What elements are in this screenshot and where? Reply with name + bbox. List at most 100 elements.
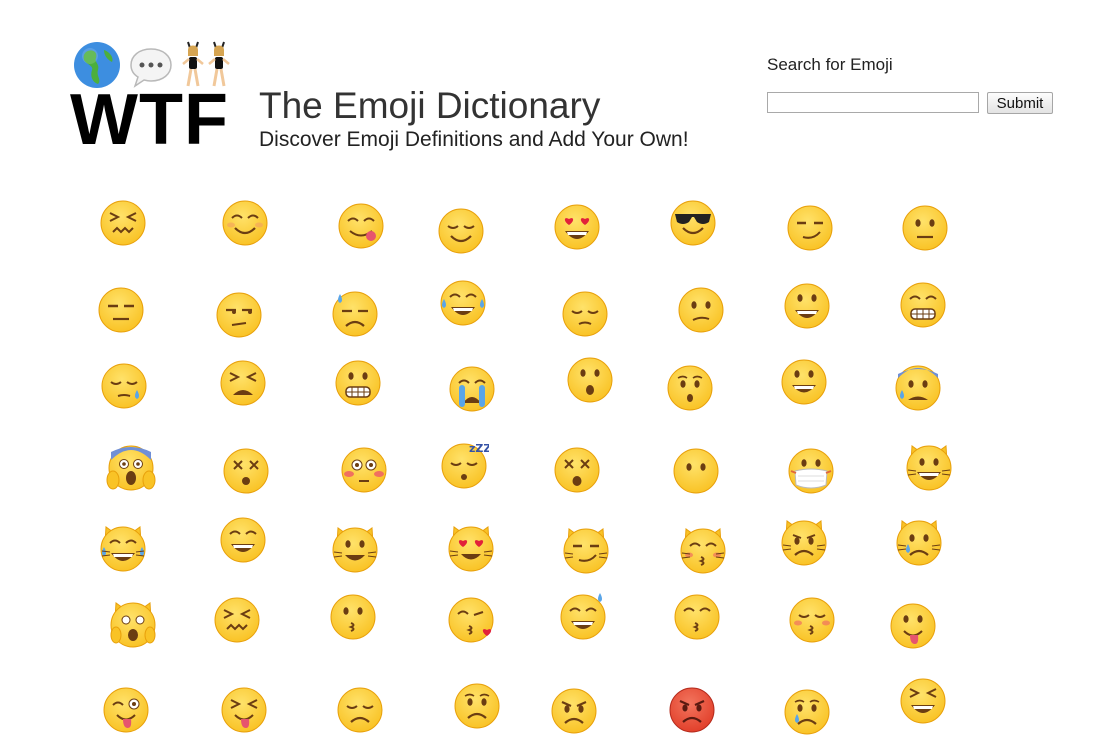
emoji-grinning-cat[interactable] — [904, 442, 954, 492]
emoji-squinting-tongue-face[interactable] — [219, 684, 269, 734]
emoji-crying-face[interactable] — [782, 686, 832, 736]
neutral-face-icon — [902, 205, 948, 251]
relieved-face-icon — [438, 208, 484, 254]
laughing-face-icon — [900, 678, 946, 724]
crying-face-icon — [784, 689, 830, 735]
emoji-dizzy-face[interactable] — [221, 445, 271, 495]
emoji-anxious-sweat-face[interactable] — [893, 362, 943, 412]
emoji-crying-cat[interactable] — [894, 517, 944, 567]
emoji-tongue-face[interactable] — [888, 600, 938, 650]
emoji-smiley-face[interactable] — [779, 356, 829, 406]
heart-eyes-cat-icon — [448, 526, 494, 572]
no-mouth-face-icon — [673, 448, 719, 494]
dizzy-face-icon — [223, 448, 269, 494]
grimacing-face-2-icon — [335, 360, 381, 406]
emoji-face-savoring-food[interactable] — [336, 200, 386, 250]
emoji-grimacing-face[interactable] — [898, 279, 948, 329]
emoji-screaming-face[interactable] — [106, 442, 156, 492]
joy-cat-icon — [100, 526, 146, 572]
expressionless-face-icon — [98, 287, 144, 333]
emoji-tired-face[interactable] — [218, 357, 268, 407]
kissing-closed-eyes-face-icon — [789, 597, 835, 643]
emoji-kissing-heart-face[interactable] — [446, 594, 496, 644]
pouting-face-icon — [669, 687, 715, 733]
loudly-crying-face-icon — [449, 366, 495, 412]
emoji-relieved-face[interactable] — [436, 205, 486, 255]
emoji-medical-mask-face[interactable] — [786, 445, 836, 495]
tongue-face-icon — [890, 603, 936, 649]
astonished-dizzy-face-icon — [554, 447, 600, 493]
smirking-face-icon — [787, 205, 833, 251]
emoji-confounded-face-2[interactable] — [212, 594, 262, 644]
squinting-tongue-face-icon — [221, 687, 267, 733]
hushed-face-2-icon — [667, 365, 713, 411]
kissing-heart-face-icon — [448, 597, 494, 643]
emoji-worried-face[interactable] — [452, 680, 502, 730]
emoji-kissing-cat[interactable] — [678, 525, 728, 575]
emoji-tears-of-joy-face[interactable] — [438, 277, 488, 327]
emoji-joy-cat[interactable] — [98, 523, 148, 573]
emoji-dictionary-page: WTF The Emoji Dictionary Discover Emoji … — [0, 0, 1106, 747]
confounded-face-2-icon — [214, 597, 260, 643]
tired-face-icon — [220, 360, 266, 406]
emoji-smiley-cat[interactable] — [330, 524, 380, 574]
emoji-expressionless-face[interactable] — [96, 284, 146, 334]
emoji-loudly-crying-face[interactable] — [447, 363, 497, 413]
svg-text:zZZ: zZZ — [469, 442, 489, 455]
emoji-sleeping-face[interactable]: zZZ — [439, 440, 489, 490]
emoji-heart-eyes-cat[interactable] — [446, 523, 496, 573]
emoji-sunglasses-face[interactable] — [668, 197, 718, 247]
screaming-face-icon — [106, 445, 156, 491]
grinning-cat-icon — [906, 445, 952, 491]
kissing-face-icon — [330, 594, 376, 640]
emoji-kissing-smiling-eyes-face[interactable] — [672, 591, 722, 641]
emoji-downcast-sweat-face[interactable] — [330, 288, 380, 338]
smiling-face-icon — [222, 200, 268, 246]
emoji-smirk-cat[interactable] — [561, 525, 611, 575]
confounded-face-icon — [100, 200, 146, 246]
emoji-sleepy-face[interactable] — [99, 360, 149, 410]
medical-mask-face-icon — [788, 448, 834, 494]
sunglasses-face-icon — [670, 200, 716, 246]
smiley-face-icon — [781, 359, 827, 405]
emoji-angry-face[interactable] — [549, 685, 599, 735]
emoji-neutral-face[interactable] — [900, 202, 950, 252]
confused-face-icon — [678, 287, 724, 333]
emoji-unamused-face[interactable] — [214, 289, 264, 339]
emoji-pouting-cat[interactable] — [779, 517, 829, 567]
smiley-cat-icon — [332, 527, 378, 573]
grimacing-face-icon — [900, 282, 946, 328]
sleepy-face-icon — [101, 363, 147, 409]
heart-eyes-face-icon — [554, 204, 600, 250]
kissing-smiling-eyes-face-icon — [674, 594, 720, 640]
emoji-weary-cat[interactable] — [108, 599, 158, 649]
emoji-smiling-face[interactable] — [220, 197, 270, 247]
emoji-disappointed-face[interactable] — [335, 684, 385, 734]
emoji-heart-eyes-face[interactable] — [552, 201, 602, 251]
emoji-astonished-dizzy-face[interactable] — [552, 444, 602, 494]
weary-cat-icon — [110, 602, 156, 648]
emoji-confused-face[interactable] — [676, 284, 726, 334]
emoji-laughing-face[interactable] — [898, 675, 948, 725]
emoji-confounded-face[interactable] — [98, 197, 148, 247]
kissing-cat-icon — [680, 528, 726, 574]
face-savoring-food-icon — [338, 203, 384, 249]
emoji-grimacing-face-2[interactable] — [333, 357, 383, 407]
emoji-flushed-face[interactable] — [339, 444, 389, 494]
emoji-pensive-face[interactable] — [560, 288, 610, 338]
emoji-grinning-face[interactable] — [782, 280, 832, 330]
emoji-sweat-smile-face[interactable] — [558, 591, 608, 641]
emoji-smile-face[interactable] — [218, 514, 268, 564]
emoji-hushed-face-2[interactable] — [665, 362, 715, 412]
smile-face-icon — [220, 517, 266, 563]
emoji-no-mouth-face[interactable] — [671, 445, 721, 495]
flushed-face-icon — [341, 447, 387, 493]
emoji-smirking-face[interactable] — [785, 202, 835, 252]
emoji-winking-tongue-face[interactable] — [101, 684, 151, 734]
emoji-pouting-face[interactable] — [667, 684, 717, 734]
emoji-kissing-closed-eyes-face[interactable] — [787, 594, 837, 644]
emoji-kissing-face[interactable] — [328, 591, 378, 641]
pouting-cat-icon — [781, 520, 827, 566]
emoji-hushed-face[interactable] — [565, 354, 615, 404]
disappointed-face-icon — [337, 687, 383, 733]
